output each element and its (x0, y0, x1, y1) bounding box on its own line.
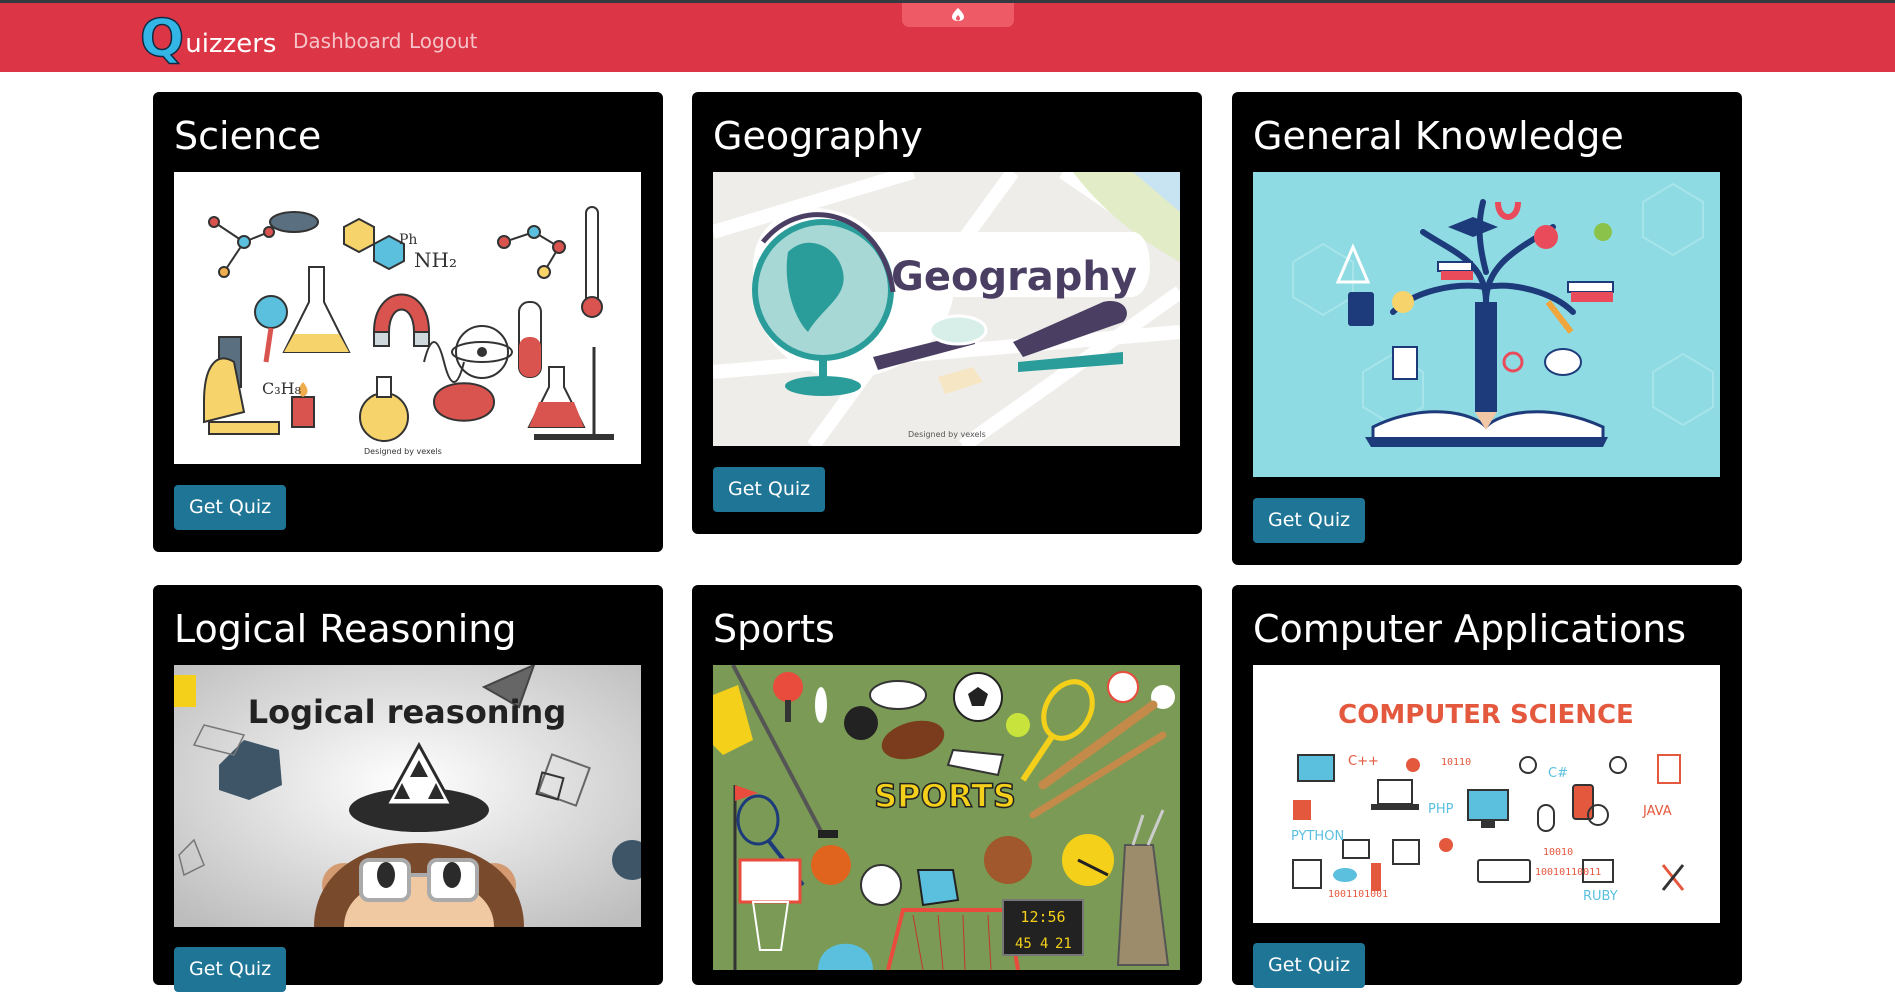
sports-scoreboard-guest: 21 (1055, 936, 1072, 952)
image-word-binary-1: 10110 (1441, 757, 1471, 768)
sports-image: 12:56 45 4 21 SPORTS (713, 665, 1180, 970)
sports-scoreboard-home: 45 (1015, 936, 1032, 952)
image-word-ruby: RUBY (1583, 889, 1618, 904)
geography-image: Geography Designed by vexels (713, 172, 1180, 446)
brand-logo-text: uizzers (185, 29, 277, 59)
svg-text:NH₂: NH₂ (414, 248, 457, 272)
sports-scoreboard-time: 12:56 (1020, 908, 1065, 926)
brand-logo[interactable]: Q uizzers (139, 9, 277, 69)
flame-icon (952, 8, 964, 21)
pull-down-tab[interactable] (902, 3, 1014, 27)
quiz-card-title: General Knowledge (1253, 114, 1624, 158)
image-word-cpp: C++ (1348, 754, 1379, 769)
image-word-php: PHP (1428, 802, 1454, 817)
image-word-binary-3: 10010 (1543, 847, 1573, 858)
svg-text:C₃H₈: C₃H₈ (262, 379, 301, 398)
image-word-csharp: C# (1548, 766, 1568, 781)
nav-link-dashboard[interactable]: Dashboard (293, 29, 402, 53)
get-quiz-button-computer-applications[interactable]: Get Quiz (1253, 943, 1366, 988)
quiz-card-science: Science NH₂ Ph C₃H₈ Designed by vexels G… (153, 92, 663, 552)
sports-image-text: SPORTS (874, 777, 1016, 815)
svg-text:Ph: Ph (399, 232, 417, 248)
quiz-card-sports: Sports 12:56 45 4 21 SPORTS (692, 585, 1202, 985)
get-quiz-button-general-knowledge[interactable]: Get Quiz (1253, 498, 1366, 543)
quiz-card-logical-reasoning: Logical Reasoning Logical reasoning Get … (153, 585, 663, 992)
quiz-card-computer-applications: Computer Applications COMPUTER SCIENCE C… (1232, 585, 1742, 988)
quiz-card-title: Logical Reasoning (174, 607, 517, 651)
image-word-binary-4: 10010110011 (1535, 867, 1601, 878)
general-knowledge-image (1253, 172, 1720, 477)
quiz-card-general-knowledge: General Knowledge Get Quiz (1232, 92, 1742, 565)
sports-scoreboard-period: 4 (1040, 936, 1048, 952)
navbar: Q uizzers Dashboard Logout (0, 0, 1895, 72)
logical-reasoning-image: Logical reasoning (174, 665, 641, 927)
science-image: NH₂ Ph C₃H₈ Designed by vexels (174, 172, 641, 464)
image-word-python: PYTHON (1291, 829, 1344, 844)
geography-image-text: Geography (891, 254, 1137, 300)
quiz-card-title: Sports (713, 607, 835, 651)
image-word-binary-2: 1001101001 (1328, 889, 1388, 900)
logical-reasoning-image-text: Logical reasoning (248, 693, 566, 731)
brand-logo-initial: Q (139, 9, 185, 69)
computer-applications-image: COMPUTER SCIENCE C++ C# PHP JAVA PYTHON … (1253, 665, 1720, 923)
quiz-card-title: Geography (713, 114, 923, 158)
get-quiz-button-science[interactable]: Get Quiz (174, 485, 287, 530)
science-image-credit: Designed by vexels (364, 447, 442, 456)
computer-science-image-text: COMPUTER SCIENCE (1338, 700, 1634, 730)
quiz-card-title: Science (174, 114, 322, 158)
nav-link-logout[interactable]: Logout (409, 29, 477, 53)
quiz-card-title: Computer Applications (1253, 607, 1687, 651)
get-quiz-button-geography[interactable]: Get Quiz (713, 467, 826, 512)
image-word-java: JAVA (1642, 804, 1672, 819)
quiz-card-geography: Geography Geography Designed by vexels G… (692, 92, 1202, 534)
geography-image-credit: Designed by vexels (908, 430, 986, 439)
